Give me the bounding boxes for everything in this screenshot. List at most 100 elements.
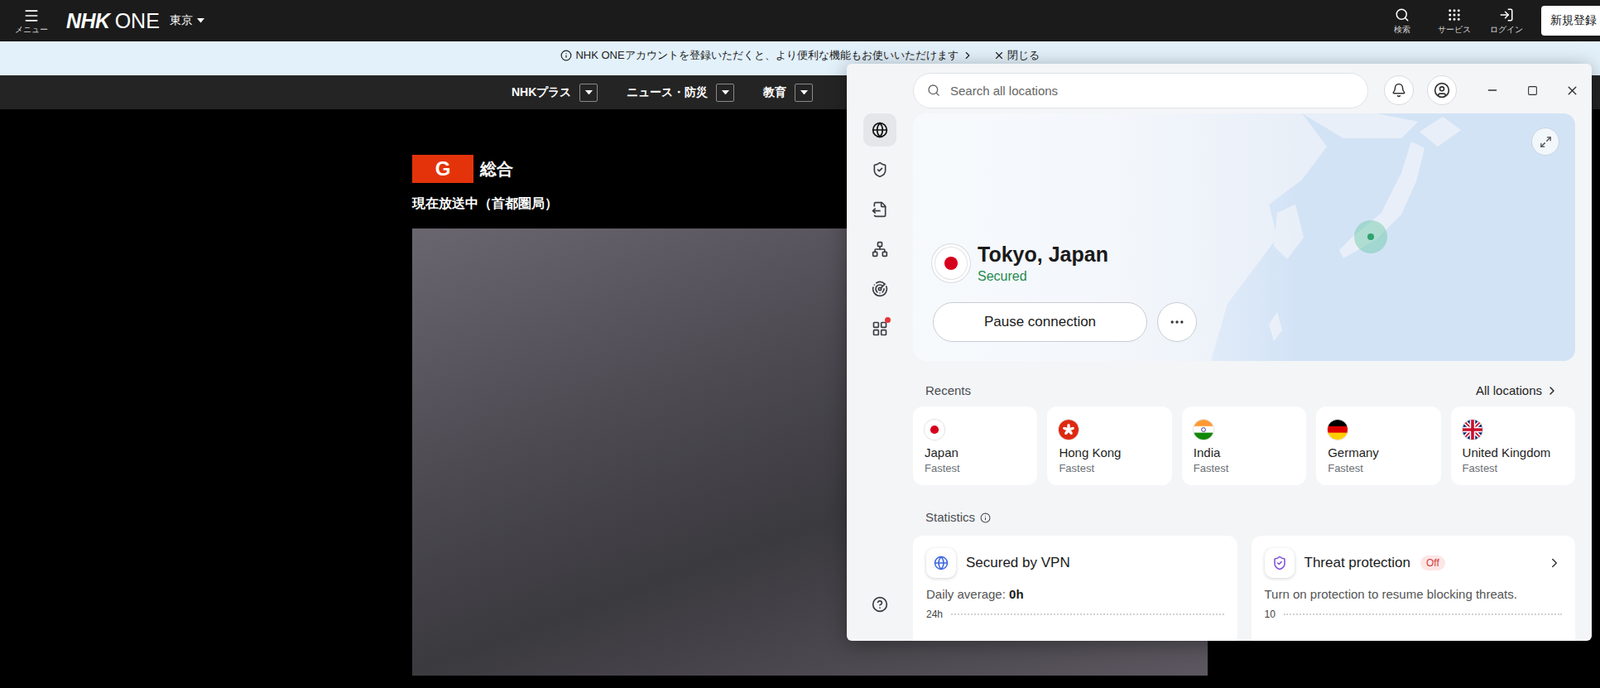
stat-line: Turn on protection to resume blocking th… xyxy=(1264,586,1563,602)
logo-brand: NHK xyxy=(66,9,111,34)
sidebar-item[interactable] xyxy=(863,272,897,306)
connection-text: Tokyo, JapanSecured xyxy=(977,242,1109,284)
country-flag-icon xyxy=(1058,419,1079,440)
recent-location-card[interactable]: IndiaFastest xyxy=(1181,406,1307,486)
chevron-right-icon xyxy=(1545,384,1559,398)
vpn-title-bar xyxy=(912,63,1592,112)
threat-stat-card[interactable]: Threat protection Off Turn on protection t… xyxy=(1251,535,1576,641)
menu-label: メニュー xyxy=(14,24,49,35)
statistics-title: Statistics xyxy=(925,509,991,525)
all-locations-link[interactable]: All locations xyxy=(1475,383,1559,399)
stat-value: 0h xyxy=(1009,586,1024,601)
maximize-button[interactable] xyxy=(1515,76,1549,104)
desktop: メニュー NHKONE 東京 検索サービス ログイン新規登録 NHK ONEアカウントを登… xyxy=(0,0,1600,688)
location-search[interactable] xyxy=(912,72,1369,109)
stat-line: Daily average: 0h xyxy=(926,586,1225,602)
nav-dropdown-toggle[interactable] xyxy=(579,83,598,102)
stat-card-title: Secured by VPN xyxy=(965,554,1071,572)
recent-location-detail: Fastest xyxy=(1058,461,1095,476)
open-threat-protection[interactable] xyxy=(1547,555,1562,571)
nav-item[interactable]: ニュース・防災 xyxy=(626,83,735,102)
globe-icon xyxy=(933,555,949,571)
region-selector[interactable]: 東京 xyxy=(169,13,205,29)
services-grid-icon xyxy=(1446,7,1462,23)
maximize-icon xyxy=(1527,85,1538,97)
shield-icon xyxy=(1272,555,1288,571)
sidebar-item[interactable] xyxy=(863,232,897,266)
recent-location-card[interactable]: Hong KongFastest xyxy=(1047,406,1172,486)
country-flag-icon xyxy=(924,419,945,440)
flag-drawing-icon xyxy=(1058,419,1079,440)
expand-map-button[interactable] xyxy=(1531,127,1560,156)
channel-name: 総合 xyxy=(480,158,514,181)
recent-location-card[interactable]: United KingdomFastest xyxy=(1451,406,1576,486)
flag-drawing-icon xyxy=(935,247,967,279)
minimize-button[interactable] xyxy=(1475,76,1509,104)
profile-button[interactable] xyxy=(1427,75,1457,106)
menu-button[interactable]: メニュー xyxy=(14,7,49,35)
nav-label: ニュース・防災 xyxy=(626,85,708,101)
expand-icon xyxy=(1539,135,1552,149)
close-icon xyxy=(993,49,1005,62)
search-icon xyxy=(927,83,941,97)
header-action-label: サービス xyxy=(1437,24,1471,35)
channel-badge: G xyxy=(412,154,474,183)
nav-dropdown-toggle[interactable] xyxy=(715,83,735,102)
notice-text[interactable]: NHK ONEアカウントを登録いただくと、より便利な機能もお使いいただけます xyxy=(575,48,958,63)
japan-flag-icon xyxy=(935,247,967,279)
pin-dot xyxy=(1367,233,1375,241)
statistics-header: Statistics xyxy=(912,509,1576,525)
status-badge: Off xyxy=(1420,555,1446,571)
flag-drawing-icon xyxy=(1193,419,1214,440)
location-pin[interactable] xyxy=(1354,220,1388,254)
sidebar-item[interactable] xyxy=(863,192,897,226)
info-icon[interactable] xyxy=(980,512,991,524)
signup-button[interactable]: 新規登録 xyxy=(1541,5,1600,36)
flag-drawing-icon xyxy=(1462,419,1483,440)
recent-location-detail: Fastest xyxy=(1193,461,1230,476)
sidebar-item[interactable] xyxy=(863,153,897,187)
sidebar-item[interactable] xyxy=(863,312,897,346)
header-action[interactable]: サービス xyxy=(1433,7,1476,35)
recent-location-card[interactable]: GermanyFastest xyxy=(1316,406,1441,486)
alert-dot xyxy=(884,317,891,323)
site-logo[interactable]: NHKONE xyxy=(66,9,160,34)
notice-close[interactable]: 閉じる xyxy=(993,48,1040,63)
nav-label: 教育 xyxy=(763,85,787,101)
axis-label: 10 xyxy=(1264,608,1276,620)
nav-item[interactable]: NHKプラス xyxy=(511,83,598,102)
stat-card-header: Threat protection Off xyxy=(1264,547,1563,579)
header-action[interactable]: ログイン xyxy=(1485,7,1528,35)
recent-location-name: United Kingdom xyxy=(1462,445,1552,461)
stat-card-title: Threat protection xyxy=(1304,554,1412,572)
nav-dropdown-toggle[interactable] xyxy=(794,83,813,102)
grid-line xyxy=(1283,613,1562,616)
all-locations-label: All locations xyxy=(1475,383,1543,399)
sidebar-item[interactable] xyxy=(863,113,897,147)
pause-connection-button[interactable]: Pause connection xyxy=(932,302,1148,342)
location-search-input[interactable] xyxy=(948,82,1355,99)
help-icon xyxy=(871,595,889,613)
help-button[interactable] xyxy=(863,587,897,621)
close-button[interactable] xyxy=(1555,76,1589,104)
connected-location: Tokyo, Japan xyxy=(977,242,1109,266)
close-icon xyxy=(1565,83,1580,98)
chart-axis: 24h xyxy=(926,608,1225,620)
recent-location-card[interactable]: JapanFastest xyxy=(912,406,1038,486)
recents-header: RecentsAll locations xyxy=(912,383,1576,399)
more-options-button[interactable] xyxy=(1157,302,1197,342)
header-action[interactable]: 検索 xyxy=(1381,7,1423,35)
ellipsis-icon xyxy=(1168,313,1186,331)
recent-location-detail: Fastest xyxy=(1462,461,1499,476)
grid-line xyxy=(951,613,1224,616)
region-label: 東京 xyxy=(169,13,193,29)
vpn-content: Tokyo, JapanSecured Pause connection Recen… xyxy=(912,111,1592,641)
nav-label: NHKプラス xyxy=(511,85,572,101)
notifications-button[interactable] xyxy=(1383,75,1414,106)
chevron-right-icon xyxy=(1547,555,1562,571)
stat-icon-box xyxy=(1264,547,1295,578)
vpn-app-window: Tokyo, JapanSecured Pause connection Recen… xyxy=(846,63,1592,641)
recent-location-detail: Fastest xyxy=(924,461,961,476)
nav-item[interactable]: 教育 xyxy=(763,83,813,102)
stat-card-header: Secured by VPN xyxy=(926,547,1225,579)
